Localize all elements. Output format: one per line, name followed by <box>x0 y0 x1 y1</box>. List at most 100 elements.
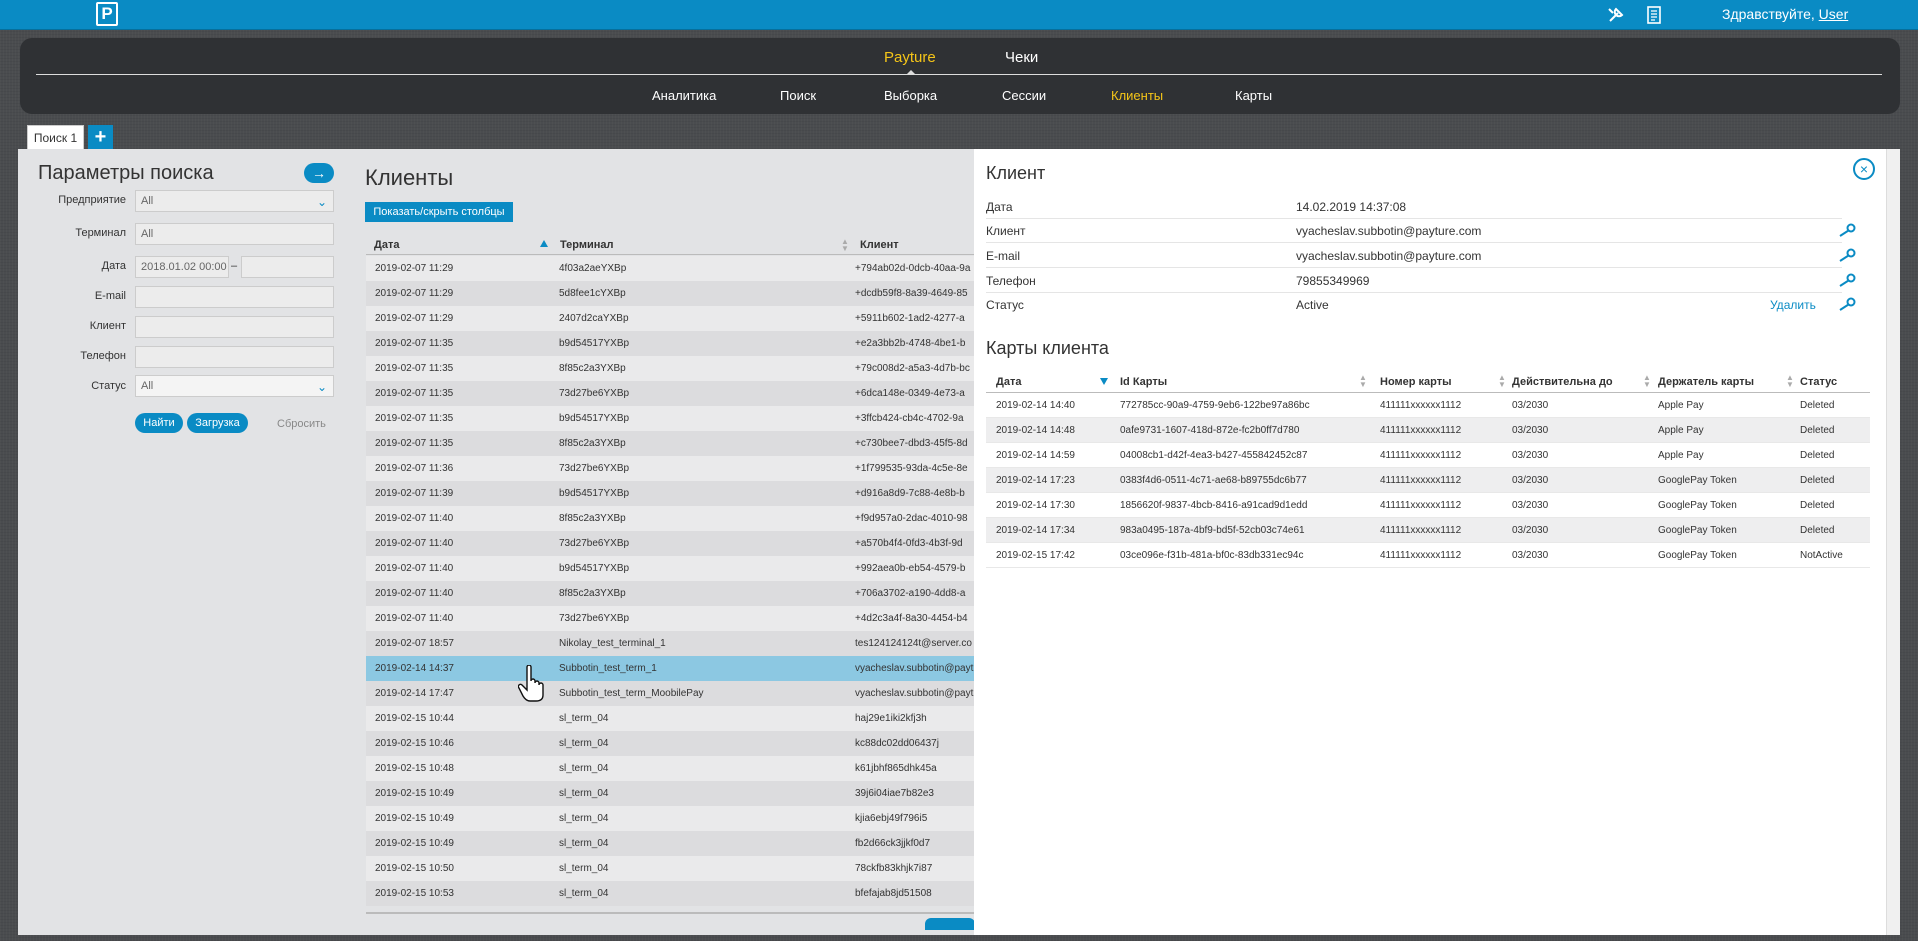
email-input[interactable] <box>135 286 334 308</box>
card-row[interactable]: 2019-02-14 17:30 1856620f-9837-4bcb-8416-… <box>986 493 1870 518</box>
row-client: +6dca148e-0349-4e73-a <box>855 388 965 399</box>
col-client[interactable]: Клиент <box>860 239 899 251</box>
close-icon[interactable]: × <box>1853 158 1875 180</box>
row-date: 2019-02-07 11:40 <box>375 588 454 599</box>
enterprise-select[interactable]: All ⌄ <box>135 190 334 212</box>
col-date[interactable]: Дата <box>374 239 399 251</box>
tools-icon[interactable] <box>1606 5 1626 25</box>
nav-search[interactable]: Поиск <box>780 88 816 103</box>
delete-client-link[interactable]: Удалить <box>1770 298 1816 312</box>
terminal-input[interactable]: All <box>135 223 334 245</box>
card-row[interactable]: 2019-02-14 17:34 983a0495-187a-4bf9-bd5f-… <box>986 518 1870 543</box>
collapse-search-button[interactable]: → <box>304 163 334 183</box>
user-link[interactable]: User <box>1819 6 1849 22</box>
card-col-holder[interactable]: Держатель карты <box>1658 376 1754 388</box>
table-row[interactable]: 2019-02-15 10:53 sl_term_04 bfefajab8jd515… <box>366 881 974 906</box>
find-button[interactable]: Найти <box>135 413 183 433</box>
card-date: 2019-02-14 17:23 <box>996 475 1075 486</box>
table-row[interactable]: 2019-02-07 11:35 8f85c2a3YXBp +c730bee7-db… <box>366 431 974 456</box>
table-row[interactable]: 2019-02-07 18:57 Nikolay_test_terminal_1 t… <box>366 631 974 656</box>
card-col-id[interactable]: Id Карты <box>1120 376 1167 388</box>
load-button[interactable]: Загрузка <box>187 413 248 433</box>
sort-icon: ▲ ▼ <box>1498 373 1506 389</box>
card-row[interactable]: 2019-02-14 14:48 0afe9731-1607-418d-872e-… <box>986 418 1870 443</box>
nav-sessions[interactable]: Сессии <box>1002 88 1046 103</box>
detail-row-email: E-mail vyacheslav.subbotin@payture.com <box>986 243 1856 268</box>
nav-selection[interactable]: Выборка <box>884 88 937 103</box>
nav-divider <box>36 74 1882 75</box>
table-row[interactable]: 2019-02-07 11:36 73d27be6YXBp +1f799535-93… <box>366 456 974 481</box>
row-client: kc88dc02dd06437j <box>855 738 939 749</box>
client-detail-title: Клиент <box>986 163 1046 183</box>
card-row[interactable]: 2019-02-15 17:42 03ce096e-f31b-481a-bf0c-… <box>986 543 1870 568</box>
table-row[interactable]: 2019-02-15 10:44 sl_term_04 haj29e1iki2kfj… <box>366 706 974 731</box>
row-terminal: sl_term_04 <box>559 738 609 749</box>
date-to-input[interactable] <box>241 256 334 278</box>
table-row[interactable]: 2019-02-07 11:29 5d8fee1cYXBp +dcdb59f8-8a… <box>366 281 974 306</box>
date-from-input[interactable]: 2018.01.02 00:00 <box>135 256 229 278</box>
table-row[interactable]: 2019-02-15 10:49 sl_term_04 39j6i04iae7b82… <box>366 781 974 806</box>
nav-cards[interactable]: Карты <box>1235 88 1272 103</box>
table-row[interactable]: 2019-02-07 11:35 8f85c2a3YXBp +79c008d2-a5… <box>366 356 974 381</box>
key-icon[interactable] <box>1838 248 1856 262</box>
notepad-icon[interactable] <box>1644 5 1664 25</box>
table-row[interactable]: 2019-02-14 14:37 Subbotin_test_term_1 vyac… <box>366 656 974 681</box>
table-row[interactable]: 2019-02-15 10:49 sl_term_04 fb2d66ck3jjkf0… <box>366 831 974 856</box>
card-col-date[interactable]: Дата <box>996 376 1021 388</box>
row-date: 2019-02-15 10:49 <box>375 813 454 824</box>
card-id: 1856620f-9837-4bcb-8416-a91cad9d1edd <box>1120 500 1308 511</box>
table-row[interactable]: 2019-02-07 11:40 73d27be6YXBp +4d2c3a4f-8a… <box>366 606 974 631</box>
detail-client-value: vyacheslav.subbotin@payture.com <box>1296 224 1482 238</box>
nav-clients[interactable]: Клиенты <box>1111 88 1163 103</box>
card-status: Deleted <box>1800 425 1835 436</box>
vertical-scrollbar[interactable] <box>1886 149 1900 935</box>
status-select[interactable]: All ⌄ <box>135 375 334 397</box>
table-row[interactable]: 2019-02-07 11:35 73d27be6YXBp +6dca148e-03… <box>366 381 974 406</box>
nav-top-payture[interactable]: Payture <box>884 49 936 66</box>
table-row[interactable]: 2019-02-07 11:40 b9d54517YXBp +992aea0b-eb… <box>366 556 974 581</box>
client-input[interactable] <box>135 316 334 338</box>
table-row[interactable]: 2019-02-07 11:39 b9d54517YXBp +d916a8d9-7c… <box>366 481 974 506</box>
card-holder: Apple Pay <box>1658 400 1704 411</box>
card-row[interactable]: 2019-02-14 14:40 772785cc-90a9-4759-9eb6-… <box>986 393 1870 418</box>
table-row[interactable]: 2019-02-07 11:29 4f03a2aeYXBp +794ab02d-0d… <box>366 256 974 281</box>
card-col-number[interactable]: Номер карты <box>1380 376 1452 388</box>
scroll-button[interactable] <box>925 918 975 930</box>
nav-top-checks[interactable]: Чеки <box>1005 49 1038 66</box>
search-params-title: Параметры поиска <box>38 162 214 184</box>
table-row[interactable]: 2019-02-15 10:49 sl_term_04 kjia6ebj49f796… <box>366 806 974 831</box>
card-date: 2019-02-15 17:42 <box>996 550 1075 561</box>
card-col-status[interactable]: Статус <box>1800 376 1837 388</box>
row-client: kjia6ebj49f796i5 <box>855 813 928 824</box>
payture-logo[interactable]: P <box>96 2 118 26</box>
table-row[interactable]: 2019-02-07 11:40 73d27be6YXBp +a570b4f4-0f… <box>366 531 974 556</box>
toggle-columns-button[interactable]: Показать/скрыть столбцы <box>365 202 513 222</box>
card-col-valid[interactable]: Действительна до <box>1512 376 1613 388</box>
phone-input[interactable] <box>135 346 334 368</box>
row-date: 2019-02-15 10:53 <box>375 888 454 899</box>
table-row[interactable]: 2019-02-14 17:47 Subbotin_test_term_Moobi… <box>366 681 974 706</box>
table-row[interactable]: 2019-02-15 10:46 sl_term_04 kc88dc02dd0643… <box>366 731 974 756</box>
table-row[interactable]: 2019-02-07 11:35 b9d54517YXBp +3ffcb424-cb… <box>366 406 974 431</box>
table-row[interactable]: 2019-02-07 11:40 8f85c2a3YXBp +f9d957a0-2d… <box>366 506 974 531</box>
table-row[interactable]: 2019-02-15 10:50 sl_term_04 78ckfb83khjk7i… <box>366 856 974 881</box>
key-icon[interactable] <box>1838 273 1856 287</box>
row-terminal: sl_term_04 <box>559 813 609 824</box>
tab-search-1[interactable]: Поиск 1 <box>27 125 84 149</box>
horizontal-scrollbar[interactable] <box>366 912 974 914</box>
table-row[interactable]: 2019-02-15 10:48 sl_term_04 k61jbhf865dhk4… <box>366 756 974 781</box>
add-tab-button[interactable]: + <box>88 125 113 149</box>
row-terminal: b9d54517YXBp <box>559 563 630 574</box>
card-row[interactable]: 2019-02-14 17:23 0383f4d6-0511-4c71-ae68-… <box>986 468 1870 493</box>
nav-analytics[interactable]: Аналитика <box>652 88 716 103</box>
key-icon[interactable] <box>1838 297 1856 311</box>
card-holder: GooglePay Token <box>1658 500 1737 511</box>
table-row[interactable]: 2019-02-07 11:35 b9d54517YXBp +e2a3bb2b-47… <box>366 331 974 356</box>
reset-button[interactable]: Сбросить <box>277 418 326 430</box>
key-icon[interactable] <box>1838 223 1856 237</box>
table-row[interactable]: 2019-02-07 11:40 8f85c2a3YXBp +706a3702-a1… <box>366 581 974 606</box>
row-date: 2019-02-07 11:29 <box>375 288 454 299</box>
table-row[interactable]: 2019-02-07 11:29 2407d2caYXBp +5911b602-1a… <box>366 306 974 331</box>
col-terminal[interactable]: Терминал <box>560 239 614 251</box>
card-row[interactable]: 2019-02-14 14:59 04008cb1-d42f-4ea3-b427-… <box>986 443 1870 468</box>
